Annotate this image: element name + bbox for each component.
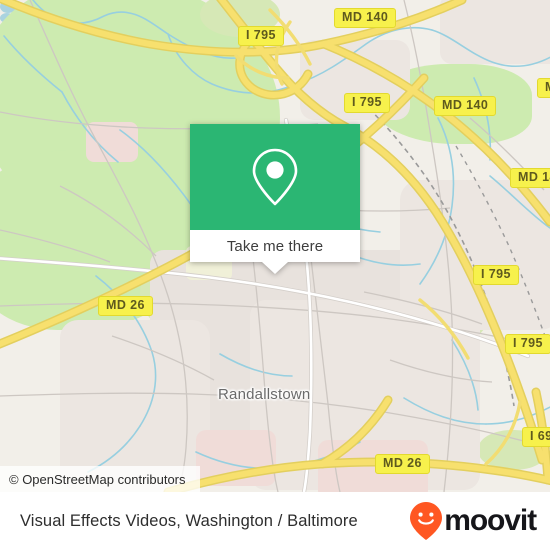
take-me-there-button[interactable]: Take me there: [190, 230, 360, 262]
road-shield[interactable]: I 695: [522, 427, 550, 447]
road-shield[interactable]: MD 26: [98, 296, 153, 316]
road-shield[interactable]: MD 140: [334, 8, 397, 28]
map-pin-icon: [252, 148, 298, 206]
map-screenshot: Randallstown MD 140 I 795 I 795 MD 140 M…: [0, 0, 550, 550]
road-shield[interactable]: MD 140: [537, 78, 550, 98]
location-title: Visual Effects Videos, Washington / Balt…: [20, 511, 358, 530]
road-shield[interactable]: MD 140: [434, 96, 497, 116]
popup-marker-panel: [190, 124, 360, 230]
attribution-bar: © OpenStreetMap contributors: [0, 466, 200, 492]
road-shield[interactable]: I 795: [344, 93, 390, 113]
footer-bar: Visual Effects Videos, Washington / Balt…: [0, 492, 550, 550]
location-popup-card[interactable]: Take me there: [190, 124, 360, 274]
map-canvas[interactable]: Randallstown MD 140 I 795 I 795 MD 140 M…: [0, 0, 550, 492]
road-shield[interactable]: MD 26: [375, 454, 430, 474]
road-shield[interactable]: MD 140: [510, 168, 550, 188]
take-me-there-label: Take me there: [226, 237, 324, 255]
moovit-pin-smiley-icon: [410, 502, 443, 540]
attribution-text[interactable]: © OpenStreetMap contributors: [9, 472, 186, 487]
road-shield[interactable]: I 795: [473, 265, 519, 285]
place-label-randallstown: Randallstown: [218, 386, 311, 403]
road-shield[interactable]: I 795: [505, 334, 550, 354]
moovit-logo[interactable]: moovit: [409, 501, 537, 541]
road-shield[interactable]: I 795: [238, 26, 284, 46]
moovit-wordmark: moovit: [444, 504, 537, 537]
popup-tail: [262, 262, 288, 274]
